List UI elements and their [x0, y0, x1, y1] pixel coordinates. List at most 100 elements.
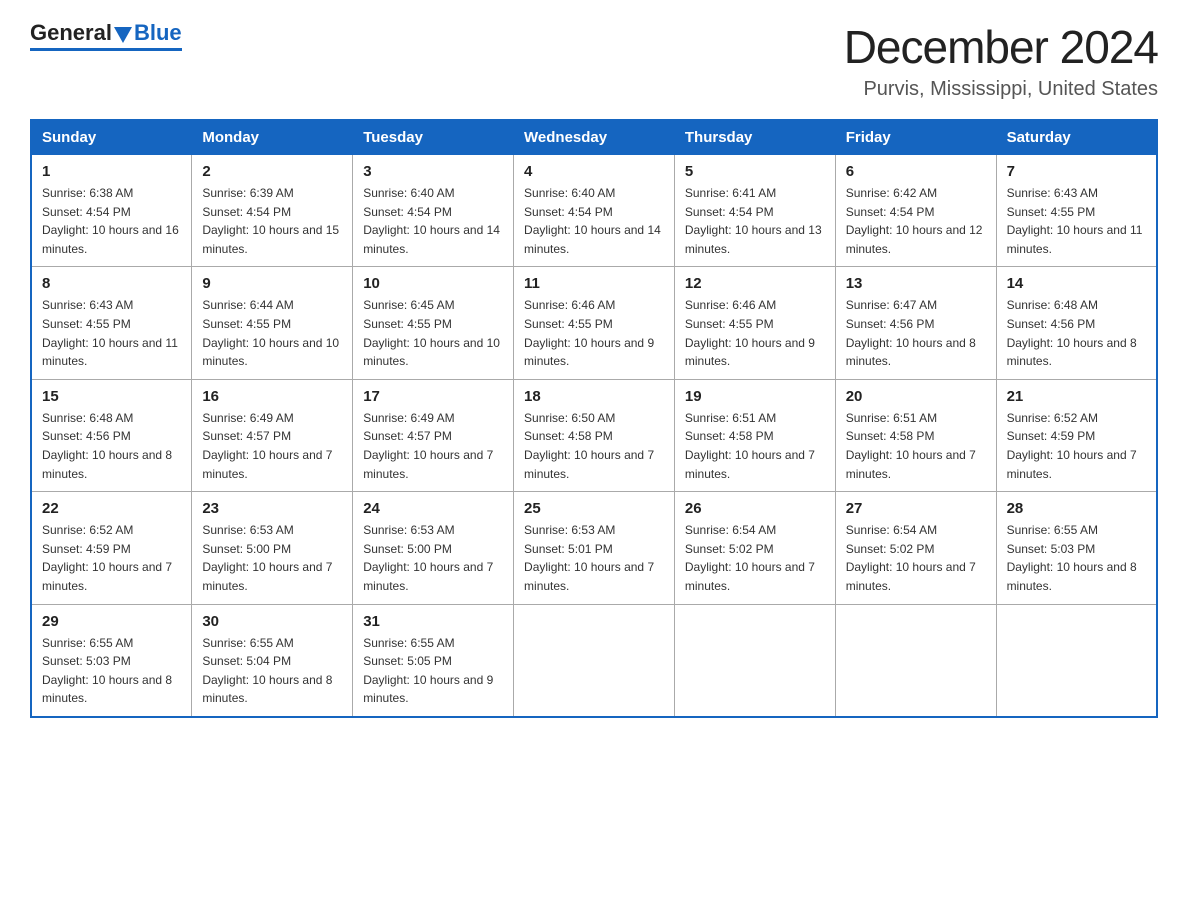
col-header-wednesday: Wednesday	[514, 120, 675, 155]
calendar-cell: 1 Sunrise: 6:38 AMSunset: 4:54 PMDayligh…	[31, 155, 192, 267]
logo-triangle-icon	[114, 27, 132, 43]
day-info: Sunrise: 6:55 AMSunset: 5:05 PMDaylight:…	[363, 636, 493, 706]
day-info: Sunrise: 6:49 AMSunset: 4:57 PMDaylight:…	[202, 411, 332, 481]
day-number: 18	[524, 388, 664, 405]
day-number: 19	[685, 388, 825, 405]
calendar-cell: 28 Sunrise: 6:55 AMSunset: 5:03 PMDaylig…	[996, 492, 1157, 604]
calendar-cell: 11 Sunrise: 6:46 AMSunset: 4:55 PMDaylig…	[514, 267, 675, 379]
calendar-body: 1 Sunrise: 6:38 AMSunset: 4:54 PMDayligh…	[31, 155, 1157, 717]
calendar-cell	[674, 604, 835, 717]
day-info: Sunrise: 6:55 AMSunset: 5:03 PMDaylight:…	[1007, 523, 1137, 593]
calendar-cell: 6 Sunrise: 6:42 AMSunset: 4:54 PMDayligh…	[835, 155, 996, 267]
day-info: Sunrise: 6:53 AMSunset: 5:00 PMDaylight:…	[202, 523, 332, 593]
calendar-cell: 17 Sunrise: 6:49 AMSunset: 4:57 PMDaylig…	[353, 379, 514, 491]
day-info: Sunrise: 6:48 AMSunset: 4:56 PMDaylight:…	[1007, 298, 1137, 368]
logo-general-text: General	[30, 20, 112, 46]
day-number: 15	[42, 388, 181, 405]
day-info: Sunrise: 6:55 AMSunset: 5:04 PMDaylight:…	[202, 636, 332, 706]
calendar-cell: 7 Sunrise: 6:43 AMSunset: 4:55 PMDayligh…	[996, 155, 1157, 267]
day-info: Sunrise: 6:47 AMSunset: 4:56 PMDaylight:…	[846, 298, 976, 368]
calendar-cell: 9 Sunrise: 6:44 AMSunset: 4:55 PMDayligh…	[192, 267, 353, 379]
calendar-cell: 14 Sunrise: 6:48 AMSunset: 4:56 PMDaylig…	[996, 267, 1157, 379]
day-info: Sunrise: 6:46 AMSunset: 4:55 PMDaylight:…	[524, 298, 654, 368]
calendar-cell: 3 Sunrise: 6:40 AMSunset: 4:54 PMDayligh…	[353, 155, 514, 267]
day-number: 26	[685, 500, 825, 517]
day-info: Sunrise: 6:43 AMSunset: 4:55 PMDaylight:…	[1007, 186, 1143, 256]
calendar-cell: 30 Sunrise: 6:55 AMSunset: 5:04 PMDaylig…	[192, 604, 353, 717]
day-number: 2	[202, 163, 342, 180]
day-number: 1	[42, 163, 181, 180]
calendar-cell: 22 Sunrise: 6:52 AMSunset: 4:59 PMDaylig…	[31, 492, 192, 604]
logo-underline	[30, 48, 182, 51]
day-number: 27	[846, 500, 986, 517]
col-header-monday: Monday	[192, 120, 353, 155]
calendar-cell: 29 Sunrise: 6:55 AMSunset: 5:03 PMDaylig…	[31, 604, 192, 717]
day-number: 24	[363, 500, 503, 517]
calendar-cell: 10 Sunrise: 6:45 AMSunset: 4:55 PMDaylig…	[353, 267, 514, 379]
calendar-cell: 21 Sunrise: 6:52 AMSunset: 4:59 PMDaylig…	[996, 379, 1157, 491]
day-info: Sunrise: 6:41 AMSunset: 4:54 PMDaylight:…	[685, 186, 822, 256]
calendar-cell: 25 Sunrise: 6:53 AMSunset: 5:01 PMDaylig…	[514, 492, 675, 604]
calendar-table: SundayMondayTuesdayWednesdayThursdayFrid…	[30, 119, 1158, 718]
calendar-header-row: SundayMondayTuesdayWednesdayThursdayFrid…	[31, 120, 1157, 155]
day-number: 23	[202, 500, 342, 517]
col-header-tuesday: Tuesday	[353, 120, 514, 155]
calendar-week-row: 15 Sunrise: 6:48 AMSunset: 4:56 PMDaylig…	[31, 379, 1157, 491]
calendar-cell: 4 Sunrise: 6:40 AMSunset: 4:54 PMDayligh…	[514, 155, 675, 267]
calendar-cell: 19 Sunrise: 6:51 AMSunset: 4:58 PMDaylig…	[674, 379, 835, 491]
col-header-sunday: Sunday	[31, 120, 192, 155]
calendar-week-row: 22 Sunrise: 6:52 AMSunset: 4:59 PMDaylig…	[31, 492, 1157, 604]
day-number: 31	[363, 613, 503, 630]
page-header: General Blue December 2024 Purvis, Missi…	[30, 20, 1158, 101]
calendar-cell: 24 Sunrise: 6:53 AMSunset: 5:00 PMDaylig…	[353, 492, 514, 604]
day-info: Sunrise: 6:48 AMSunset: 4:56 PMDaylight:…	[42, 411, 172, 481]
calendar-cell	[514, 604, 675, 717]
calendar-cell: 27 Sunrise: 6:54 AMSunset: 5:02 PMDaylig…	[835, 492, 996, 604]
day-number: 21	[1007, 388, 1146, 405]
day-info: Sunrise: 6:54 AMSunset: 5:02 PMDaylight:…	[685, 523, 815, 593]
calendar-cell	[835, 604, 996, 717]
day-info: Sunrise: 6:49 AMSunset: 4:57 PMDaylight:…	[363, 411, 493, 481]
day-info: Sunrise: 6:52 AMSunset: 4:59 PMDaylight:…	[1007, 411, 1137, 481]
day-number: 9	[202, 275, 342, 292]
calendar-cell: 31 Sunrise: 6:55 AMSunset: 5:05 PMDaylig…	[353, 604, 514, 717]
calendar-week-row: 1 Sunrise: 6:38 AMSunset: 4:54 PMDayligh…	[31, 155, 1157, 267]
day-number: 11	[524, 275, 664, 292]
day-info: Sunrise: 6:53 AMSunset: 5:00 PMDaylight:…	[363, 523, 493, 593]
day-info: Sunrise: 6:44 AMSunset: 4:55 PMDaylight:…	[202, 298, 339, 368]
calendar-cell: 20 Sunrise: 6:51 AMSunset: 4:58 PMDaylig…	[835, 379, 996, 491]
day-info: Sunrise: 6:55 AMSunset: 5:03 PMDaylight:…	[42, 636, 172, 706]
calendar-week-row: 8 Sunrise: 6:43 AMSunset: 4:55 PMDayligh…	[31, 267, 1157, 379]
col-header-thursday: Thursday	[674, 120, 835, 155]
title-area: December 2024 Purvis, Mississippi, Unite…	[844, 20, 1158, 101]
day-info: Sunrise: 6:39 AMSunset: 4:54 PMDaylight:…	[202, 186, 339, 256]
logo: General Blue	[30, 20, 182, 51]
day-info: Sunrise: 6:50 AMSunset: 4:58 PMDaylight:…	[524, 411, 654, 481]
day-number: 4	[524, 163, 664, 180]
calendar-cell: 23 Sunrise: 6:53 AMSunset: 5:00 PMDaylig…	[192, 492, 353, 604]
day-number: 13	[846, 275, 986, 292]
day-number: 12	[685, 275, 825, 292]
calendar-cell: 16 Sunrise: 6:49 AMSunset: 4:57 PMDaylig…	[192, 379, 353, 491]
day-info: Sunrise: 6:51 AMSunset: 4:58 PMDaylight:…	[846, 411, 976, 481]
calendar-cell: 26 Sunrise: 6:54 AMSunset: 5:02 PMDaylig…	[674, 492, 835, 604]
day-info: Sunrise: 6:40 AMSunset: 4:54 PMDaylight:…	[524, 186, 661, 256]
calendar-cell: 8 Sunrise: 6:43 AMSunset: 4:55 PMDayligh…	[31, 267, 192, 379]
day-info: Sunrise: 6:51 AMSunset: 4:58 PMDaylight:…	[685, 411, 815, 481]
day-info: Sunrise: 6:52 AMSunset: 4:59 PMDaylight:…	[42, 523, 172, 593]
day-number: 17	[363, 388, 503, 405]
calendar-cell: 15 Sunrise: 6:48 AMSunset: 4:56 PMDaylig…	[31, 379, 192, 491]
day-number: 5	[685, 163, 825, 180]
calendar-cell: 5 Sunrise: 6:41 AMSunset: 4:54 PMDayligh…	[674, 155, 835, 267]
day-info: Sunrise: 6:54 AMSunset: 5:02 PMDaylight:…	[846, 523, 976, 593]
day-number: 16	[202, 388, 342, 405]
day-info: Sunrise: 6:43 AMSunset: 4:55 PMDaylight:…	[42, 298, 178, 368]
day-info: Sunrise: 6:38 AMSunset: 4:54 PMDaylight:…	[42, 186, 179, 256]
day-info: Sunrise: 6:53 AMSunset: 5:01 PMDaylight:…	[524, 523, 654, 593]
day-number: 6	[846, 163, 986, 180]
day-info: Sunrise: 6:46 AMSunset: 4:55 PMDaylight:…	[685, 298, 815, 368]
day-number: 28	[1007, 500, 1146, 517]
location-text: Purvis, Mississippi, United States	[844, 78, 1158, 101]
day-number: 22	[42, 500, 181, 517]
day-number: 25	[524, 500, 664, 517]
